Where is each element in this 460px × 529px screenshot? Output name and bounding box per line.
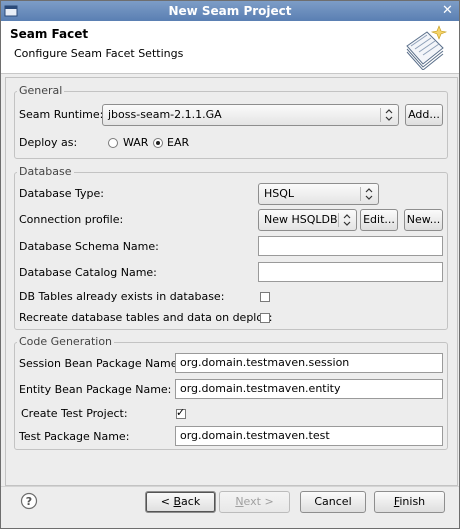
deploy-war-label[interactable]: WAR — [123, 136, 148, 149]
svg-text:?: ? — [26, 495, 32, 508]
session-package-label: Session Bean Package Name: — [19, 357, 182, 370]
catalog-name-label: Database Catalog Name: — [19, 266, 157, 279]
deploy-war-radio[interactable] — [108, 138, 118, 148]
back-rest: ack — [181, 495, 201, 508]
create-test-project-checkbox[interactable]: ✓ — [176, 406, 186, 419]
entity-package-label: Entity Bean Package Name: — [19, 383, 172, 396]
back-mnemonic: B — [173, 495, 182, 508]
deploy-ear-radio[interactable] — [153, 138, 163, 148]
tables-exist-checkbox[interactable] — [260, 292, 270, 302]
next-rest: ext > — [243, 495, 274, 508]
edit-profile-button[interactable]: Edit... — [360, 209, 398, 231]
code-generation-legend: Code Generation — [17, 335, 115, 348]
combo-separator — [360, 187, 361, 201]
schema-name-label: Database Schema Name: — [19, 240, 159, 253]
code-generation-group: Code Generation Session Bean Package Nam… — [14, 335, 448, 450]
finish-rest: inish — [399, 495, 426, 508]
general-legend: General — [17, 84, 65, 97]
seam-facet-wizard-icon — [406, 25, 448, 70]
cancel-button[interactable]: Cancel — [300, 491, 366, 513]
add-runtime-button[interactable]: Add... — [405, 104, 443, 126]
help-icon[interactable]: ? — [20, 492, 38, 510]
deploy-ear-label[interactable]: EAR — [167, 136, 189, 149]
next-button[interactable]: Next > — [219, 491, 290, 513]
wizard-content: General Seam Runtime: jboss-seam-2.1.1.G… — [5, 77, 458, 486]
page-title: Seam Facet — [10, 27, 89, 41]
seam-runtime-select[interactable]: jboss-seam-2.1.1.GA — [102, 104, 399, 126]
connection-profile-value: New HSQLDB — [264, 213, 338, 226]
database-legend: Database — [17, 165, 74, 178]
combo-separator — [338, 213, 339, 227]
new-profile-button[interactable]: New... — [404, 209, 443, 231]
back-button[interactable]: < Back — [145, 491, 216, 513]
test-package-input[interactable]: org.domain.testmaven.test — [175, 426, 443, 446]
test-package-label: Test Package Name: — [19, 430, 130, 443]
finish-button[interactable]: Finish — [374, 491, 445, 513]
chevron-updown-icon — [343, 214, 351, 226]
radio-selected-dot — [156, 141, 160, 145]
chevron-updown-icon — [365, 188, 373, 200]
tables-exist-label: DB Tables already exists in database: — [19, 290, 225, 303]
combo-separator — [380, 108, 381, 122]
database-type-label: Database Type: — [19, 187, 104, 200]
window-title: New Seam Project — [168, 4, 292, 18]
recreate-tables-checkbox[interactable] — [260, 313, 270, 323]
database-type-select[interactable]: HSQL — [258, 183, 379, 205]
footer-separator — [1, 486, 459, 487]
schema-name-input[interactable] — [258, 236, 443, 256]
deploy-as-label: Deploy as: — [19, 136, 78, 149]
catalog-name-input[interactable] — [258, 262, 443, 282]
close-icon[interactable]: ✕ — [440, 3, 455, 18]
seam-runtime-value: jboss-seam-2.1.1.GA — [108, 108, 222, 121]
database-group: Database Database Type: HSQL Connection … — [14, 165, 448, 330]
general-group: General Seam Runtime: jboss-seam-2.1.1.G… — [14, 84, 448, 159]
create-test-project-label: Create Test Project: — [21, 407, 128, 420]
connection-profile-label: Connection profile: — [19, 213, 124, 226]
chevron-updown-icon — [385, 109, 393, 121]
wizard-header: Seam Facet Configure Seam Facet Settings — [1, 21, 459, 74]
checkmark-icon: ✓ — [176, 406, 186, 419]
session-package-input[interactable]: org.domain.testmaven.session — [175, 353, 443, 373]
seam-runtime-label: Seam Runtime: — [19, 108, 104, 121]
back-prefix: < — [160, 495, 174, 508]
recreate-tables-label: Recreate database tables and data on dep… — [19, 311, 273, 324]
next-mnemonic: N — [235, 495, 244, 508]
title-bar[interactable]: New Seam Project ✕ — [1, 1, 459, 21]
database-type-value: HSQL — [264, 187, 295, 200]
wizard-window: New Seam Project ✕ Seam Facet Configure … — [0, 0, 460, 529]
connection-profile-select[interactable]: New HSQLDB — [258, 209, 357, 231]
page-description: Configure Seam Facet Settings — [14, 47, 184, 60]
entity-package-input[interactable]: org.domain.testmaven.entity — [175, 379, 443, 399]
